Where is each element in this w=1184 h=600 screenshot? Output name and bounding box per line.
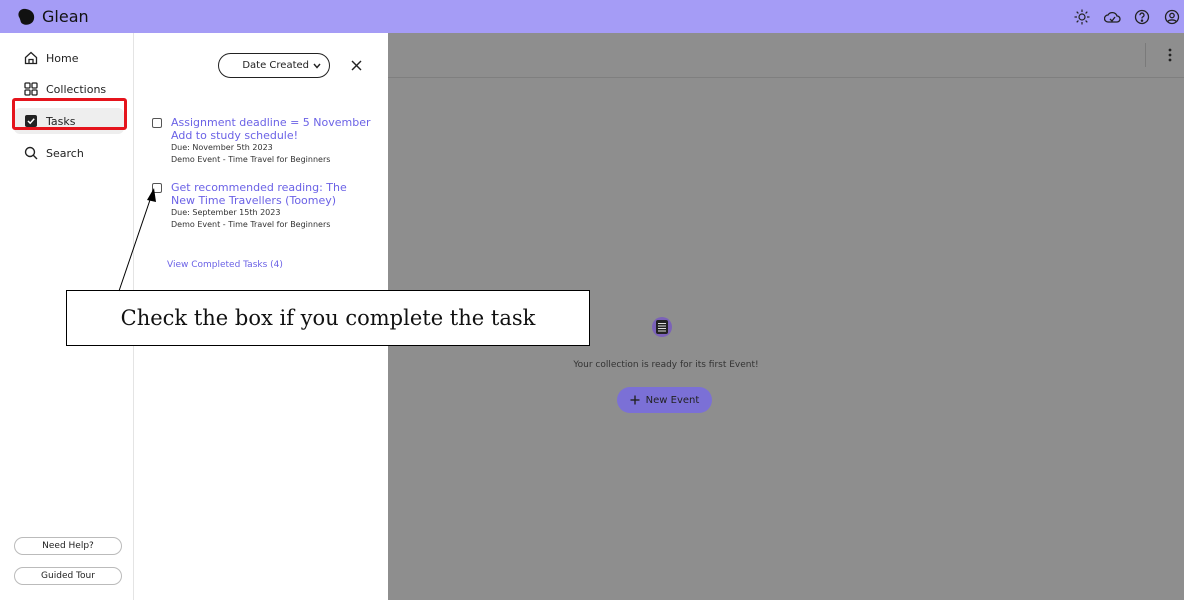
task-title[interactable]: Get recommended reading: The New Time Tr… xyxy=(171,181,372,207)
new-event-label: New Event xyxy=(645,394,700,406)
checkbox-icon xyxy=(24,114,38,128)
task-due: Due: September 15th 2023 xyxy=(171,208,281,217)
app-logo[interactable]: Glean xyxy=(16,7,89,26)
guided-tour-button[interactable]: Guided Tour xyxy=(14,567,122,585)
need-help-button[interactable]: Need Help? xyxy=(14,537,122,555)
divider xyxy=(1145,43,1146,67)
top-bar: Glean xyxy=(0,0,1184,33)
calendar-icon xyxy=(652,317,672,337)
annotation-callout: Check the box if you complete the task xyxy=(66,290,590,346)
task-event: Demo Event - Time Travel for Beginners xyxy=(171,155,331,164)
sidebar-item-label: Tasks xyxy=(46,114,76,128)
account-icon[interactable] xyxy=(1162,7,1182,27)
empty-state-message: Your collection is ready for its first E… xyxy=(573,360,759,370)
sidebar-item-label: Collections xyxy=(46,82,107,96)
task-due: Due: November 5th 2023 xyxy=(171,143,273,152)
glean-logo-icon xyxy=(18,8,35,25)
grid-icon xyxy=(24,82,38,96)
sort-dropdown[interactable]: Date Created xyxy=(218,53,330,78)
sidebar-item-collections[interactable]: Collections xyxy=(14,76,124,102)
plus-icon xyxy=(630,395,640,405)
new-event-button[interactable]: New Event xyxy=(617,387,712,413)
sun-icon[interactable] xyxy=(1072,7,1092,27)
more-options-icon[interactable] xyxy=(1163,47,1177,63)
task-item: Get recommended reading: The New Time Tr… xyxy=(152,181,372,231)
task-item: Assignment deadline = 5 November Add to … xyxy=(152,116,372,166)
sidebar-item-label: Search xyxy=(46,146,84,160)
app-name: Glean xyxy=(42,7,89,26)
task-checkbox[interactable] xyxy=(152,183,162,193)
task-checkbox[interactable] xyxy=(152,118,162,128)
view-completed-link[interactable]: View Completed Tasks (4) xyxy=(167,260,283,270)
help-icon[interactable] xyxy=(1132,7,1152,27)
cloud-icon[interactable] xyxy=(1102,7,1122,27)
sidebar-item-tasks[interactable]: Tasks xyxy=(14,108,124,134)
search-icon xyxy=(24,146,38,160)
sidebar-item-label: Home xyxy=(46,51,79,65)
main-header xyxy=(388,33,1184,78)
home-icon xyxy=(24,51,38,65)
sort-label: Date Created xyxy=(242,60,309,71)
annotation-text: Check the box if you complete the task xyxy=(120,306,536,330)
close-icon[interactable] xyxy=(346,55,366,75)
chevron-down-icon xyxy=(313,63,321,69)
task-event: Demo Event - Time Travel for Beginners xyxy=(171,220,331,229)
task-title[interactable]: Assignment deadline = 5 November Add to … xyxy=(171,116,372,142)
sidebar-item-search[interactable]: Search xyxy=(14,140,124,166)
sidebar-item-home[interactable]: Home xyxy=(14,45,124,71)
